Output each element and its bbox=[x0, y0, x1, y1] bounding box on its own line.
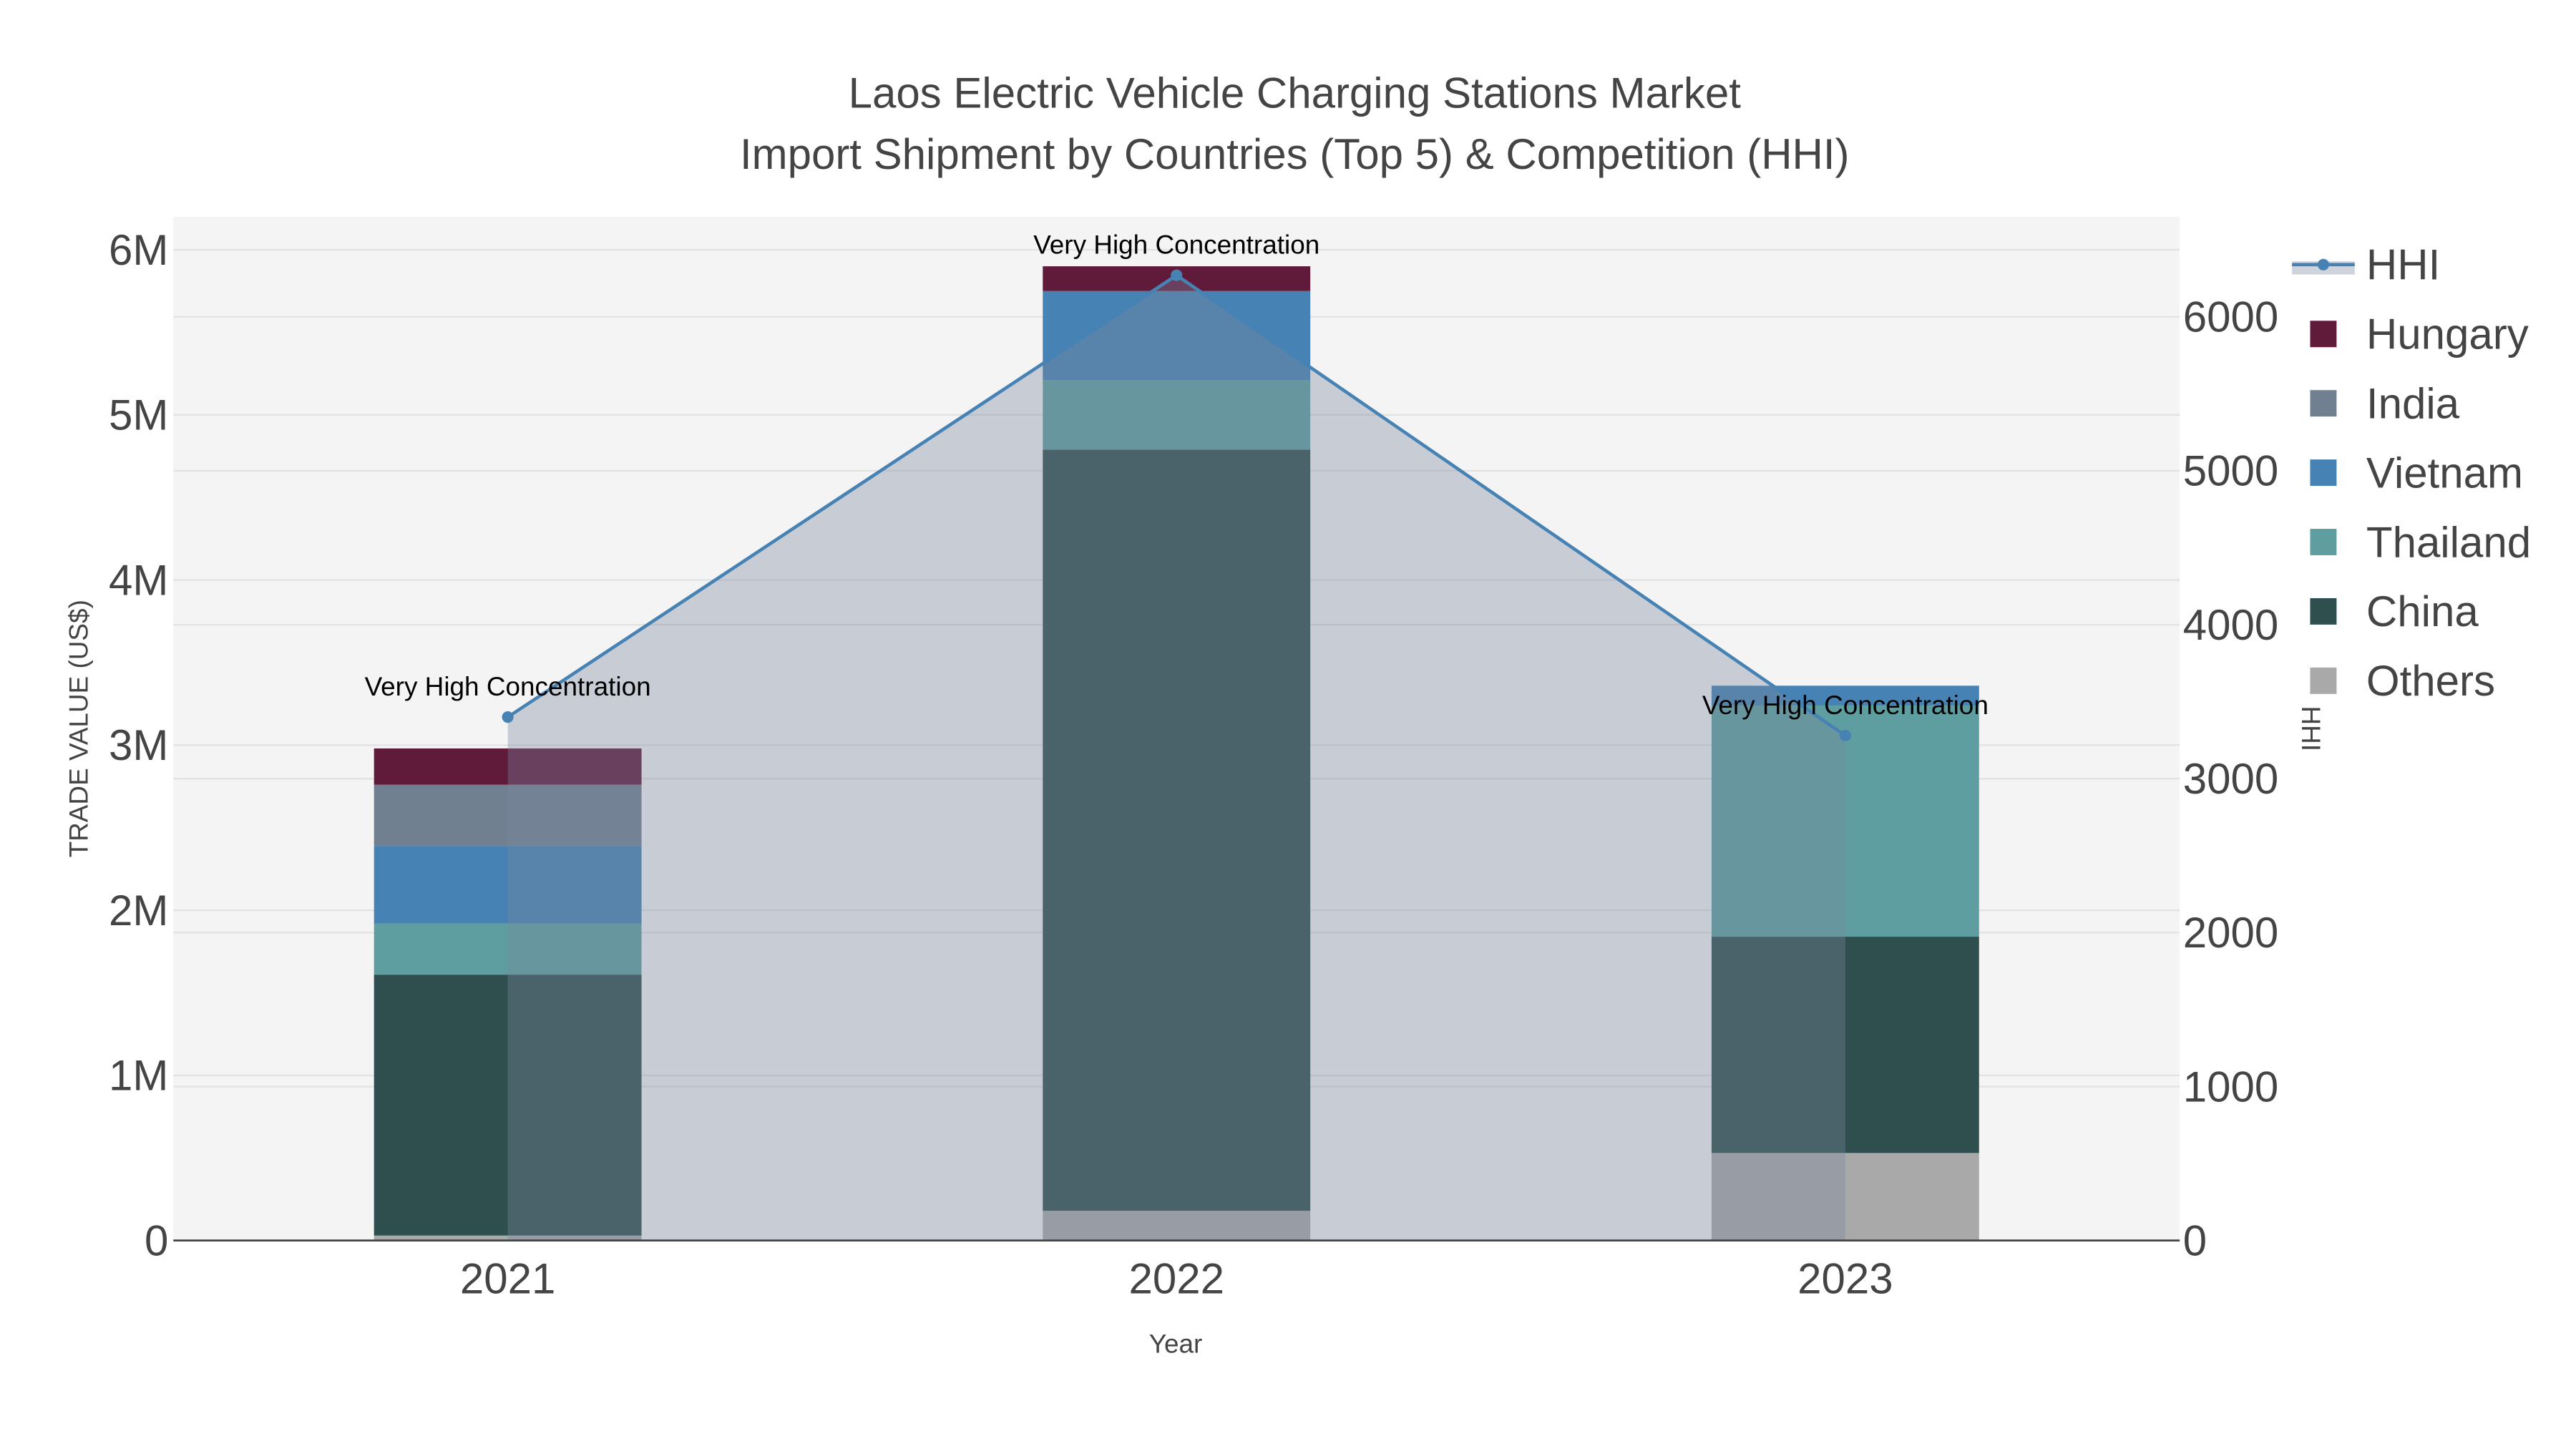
y2-tick-label: 2000 bbox=[2183, 909, 2278, 957]
legend-label-hungary: Hungary bbox=[2366, 310, 2529, 358]
y2-tick-label: 4000 bbox=[2183, 601, 2278, 649]
y2-tick-label: 3000 bbox=[2183, 755, 2278, 803]
y2-tick-label: 5000 bbox=[2183, 447, 2278, 495]
legend-label-china: China bbox=[2366, 587, 2479, 635]
y-tick-label: 4M bbox=[109, 556, 168, 604]
chart: Laos Electric Vehicle Charging Stations … bbox=[64, 69, 2531, 1359]
hhi-annotation: Very High Concentration bbox=[1033, 230, 1319, 260]
y2-axis-title: HHI bbox=[2296, 706, 2326, 751]
legend-swatch-china bbox=[2310, 597, 2337, 625]
hhi-annotation: Very High Concentration bbox=[365, 672, 651, 701]
x-tick-label: 2021 bbox=[460, 1255, 555, 1303]
legend-swatch-vietnam bbox=[2310, 459, 2337, 487]
legend-label-others: Others bbox=[2366, 657, 2495, 705]
legend-label-vietnam: Vietnam bbox=[2366, 449, 2523, 497]
legend-swatch-others bbox=[2310, 667, 2337, 694]
y-tick-label: 6M bbox=[109, 226, 168, 274]
legend-label-hhi: HHI bbox=[2366, 241, 2440, 289]
y-axis-title: TRADE VALUE (US$) bbox=[64, 600, 93, 857]
legend: HHI Hungary India Vietnam Thailand China Other… bbox=[2292, 241, 2531, 705]
y2-tick-label: 0 bbox=[2183, 1216, 2207, 1264]
y-tick-label: 5M bbox=[109, 391, 168, 439]
legend-swatch-india bbox=[2310, 390, 2337, 417]
x-tick-label: 2023 bbox=[1797, 1255, 1893, 1303]
hhi-point bbox=[1839, 729, 1851, 742]
y2-tick-label: 6000 bbox=[2183, 293, 2278, 341]
legend-label-thailand: Thailand bbox=[2366, 518, 2531, 566]
legend-hhi-marker bbox=[2317, 258, 2329, 270]
chart-subtitle: Import Shipment by Countries (Top 5) & C… bbox=[740, 130, 1850, 178]
y-tick-label: 3M bbox=[109, 721, 168, 769]
chart-title: Laos Electric Vehicle Charging Stations … bbox=[849, 69, 1742, 117]
x-axis-title: Year bbox=[1149, 1330, 1203, 1359]
legend-label-india: India bbox=[2366, 379, 2460, 427]
y2-tick-label: 1000 bbox=[2183, 1063, 2278, 1111]
hhi-annotation: Very High Concentration bbox=[1702, 691, 1989, 720]
x-tick-label: 2022 bbox=[1128, 1255, 1224, 1303]
hhi-point bbox=[1171, 269, 1183, 281]
legend-swatch-hungary bbox=[2310, 321, 2337, 348]
hhi-point bbox=[502, 711, 514, 723]
y-tick-label: 1M bbox=[109, 1052, 168, 1100]
y-tick-label: 2M bbox=[109, 887, 168, 935]
y-tick-label: 0 bbox=[145, 1216, 168, 1264]
legend-swatch-thailand bbox=[2310, 529, 2337, 555]
